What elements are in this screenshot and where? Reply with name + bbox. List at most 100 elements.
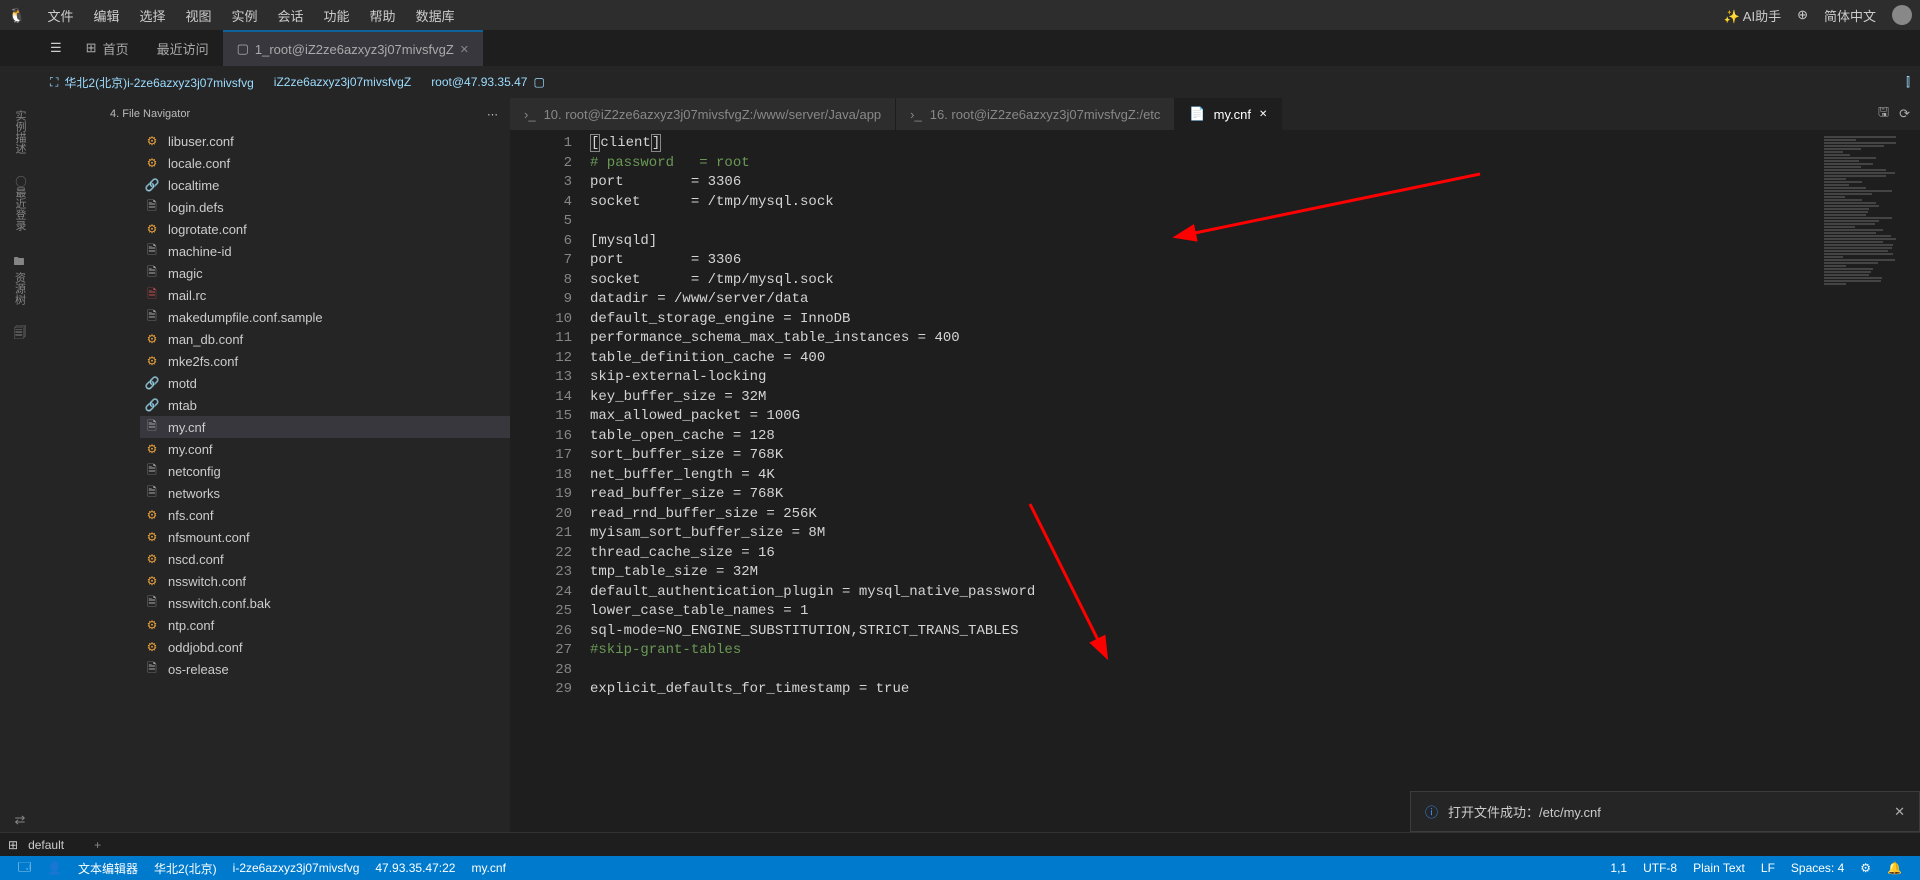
file-name: localtime: [168, 178, 219, 193]
panel-label[interactable]: default: [28, 838, 64, 852]
status-terminal-icon[interactable]: 🗔: [10, 858, 39, 879]
file-item[interactable]: ⚙nfsmount.conf: [140, 526, 510, 548]
status-eol[interactable]: LF: [1753, 861, 1783, 875]
nav-session-tab[interactable]: ▢ 1_root@iZ2ze6azxyz3j07mivsfvgZ ✕: [223, 30, 483, 66]
file-item[interactable]: 🔗localtime: [140, 174, 510, 196]
status-filetype[interactable]: Plain Text: [1685, 861, 1753, 875]
status-file[interactable]: my.cnf: [463, 861, 513, 875]
code-content[interactable]: [client]# password = rootport = 3306sock…: [590, 130, 1820, 832]
file-item[interactable]: 🗎nsswitch.conf.bak: [140, 592, 510, 614]
file-name: mtab: [168, 398, 197, 413]
terminal-icon: ▢: [237, 41, 249, 57]
file-name: ntp.conf: [168, 618, 214, 633]
file-item[interactable]: 🗎 netconfig: [140, 460, 510, 482]
editor-tabs: ›_ 10. root@iZ2ze6azxyz3j07mivsfvgZ:/www…: [510, 98, 1920, 130]
file-navigator: 4. File Navigator ⋯ ⚙libuser.conf⚙locale…: [40, 98, 510, 832]
menu-select[interactable]: 选择: [129, 6, 175, 25]
file-name: my.conf: [168, 442, 213, 457]
file-name: netconfig: [168, 464, 221, 479]
file-item[interactable]: ⚙logrotate.conf: [140, 218, 510, 240]
hamburger-icon[interactable]: ☰: [50, 40, 62, 56]
navigator-title: File Navigator: [122, 108, 190, 120]
nav-tabs: ☰ ⊞ 首页 最近访问 ▢ 1_root@iZ2ze6azxyz3j07mivs…: [0, 30, 1920, 66]
host-label[interactable]: ⛶ 华北2(北京)i-2ze6azxyz3j07mivsfvg: [50, 74, 254, 91]
connection-bar: ⛶ 华北2(北京)i-2ze6azxyz3j07mivsfvg iZ2ze6az…: [0, 66, 1920, 98]
file-item[interactable]: 🗎mail.rc: [140, 284, 510, 306]
file-item[interactable]: ⚙mke2fs.conf: [140, 350, 510, 372]
file-item[interactable]: ⚙locale.conf: [140, 152, 510, 174]
save-icon[interactable]: 🖫: [1878, 103, 1889, 125]
status-ip[interactable]: 47.93.35.47:22: [367, 861, 463, 875]
editor-tab-file[interactable]: 📄 my.cnf ✕: [1175, 98, 1282, 130]
file-item[interactable]: ⚙my.conf: [140, 438, 510, 460]
file-item[interactable]: 🗎networks: [140, 482, 510, 504]
file-item[interactable]: 🗎magic: [140, 262, 510, 284]
file-item[interactable]: 🗎my.cnf: [140, 416, 510, 438]
menu-help[interactable]: 帮助: [360, 6, 406, 25]
menu-session[interactable]: 会话: [268, 6, 314, 25]
status-region[interactable]: 华北2(北京): [146, 860, 225, 877]
files-icon[interactable]: 🗐: [8, 323, 32, 347]
nav-home[interactable]: ⊞ 首页: [72, 30, 143, 66]
hostname[interactable]: iZ2ze6azxyz3j07mivsfvgZ: [274, 75, 411, 89]
connection-string[interactable]: root@47.93.35.47 ▢: [431, 75, 545, 89]
menu-instance[interactable]: 实例: [222, 6, 268, 25]
file-type-icon: ⚙: [144, 618, 160, 632]
status-bell-icon[interactable]: 🔔: [1879, 861, 1910, 875]
file-item[interactable]: 🗎login.defs: [140, 196, 510, 218]
ai-assistant-button[interactable]: ✨ AI助手: [1724, 6, 1781, 25]
refresh-icon[interactable]: ⟳: [1899, 106, 1910, 122]
status-encoding[interactable]: UTF-8: [1635, 861, 1685, 875]
swap-icon[interactable]: ⇄: [8, 808, 32, 832]
file-item[interactable]: 🔗mtab: [140, 394, 510, 416]
terminal-icon: ›_: [910, 107, 922, 122]
menu-edit[interactable]: 编辑: [83, 6, 129, 25]
file-item[interactable]: 🗎machine-id: [140, 240, 510, 262]
status-person-icon[interactable]: 👤: [39, 861, 70, 875]
file-type-icon: ⚙: [144, 640, 160, 654]
add-panel-icon[interactable]: +: [94, 838, 101, 852]
more-icon[interactable]: ⋯: [487, 108, 498, 121]
editor-tab-terminal-2[interactable]: ›_ 16. root@iZ2ze6azxyz3j07mivsfvgZ:/etc: [896, 98, 1175, 130]
code-editor[interactable]: 1234567891011121314151617181920212223242…: [510, 130, 1920, 832]
file-item[interactable]: ⚙nsswitch.conf: [140, 570, 510, 592]
file-item[interactable]: ⚙nfs.conf: [140, 504, 510, 526]
file-item[interactable]: 🔗motd: [140, 372, 510, 394]
file-type-icon: 🗎: [144, 461, 160, 482]
terminal-panel-row: ⊞ default +: [0, 832, 1920, 856]
split-icon[interactable]: ⫿: [1906, 75, 1910, 90]
close-toast-icon[interactable]: ✕: [1894, 804, 1905, 820]
file-item[interactable]: ⚙libuser.conf: [140, 130, 510, 152]
file-type-icon: 🗎: [144, 241, 160, 262]
status-editor[interactable]: 文本编辑器: [70, 860, 146, 877]
editor-tab-terminal-1[interactable]: ›_ 10. root@iZ2ze6azxyz3j07mivsfvgZ:/www…: [510, 98, 896, 130]
minimap[interactable]: [1820, 130, 1920, 832]
file-item[interactable]: ⚙ ntp.conf: [140, 614, 510, 636]
status-spaces[interactable]: Spaces: 4: [1783, 861, 1852, 875]
menu-function[interactable]: 功能: [314, 6, 360, 25]
close-tab-icon[interactable]: ✕: [460, 43, 469, 56]
menu-database[interactable]: 数据库: [406, 6, 465, 25]
status-position[interactable]: 1,1: [1602, 861, 1635, 875]
terminal-icon: ›_: [524, 107, 536, 122]
panel-icon[interactable]: ⊞: [8, 838, 18, 852]
nav-recent[interactable]: 最近访问: [143, 30, 223, 66]
close-tab-icon[interactable]: ✕: [1259, 109, 1267, 120]
status-bar: 🗔 👤 文本编辑器 华北2(北京) i-2ze6azxyz3j07mivsfvg…: [0, 856, 1920, 880]
file-name: motd: [168, 376, 197, 391]
menu-file[interactable]: 文件: [37, 6, 83, 25]
menu-view[interactable]: 视图: [175, 6, 221, 25]
language-selector[interactable]: 简体中文: [1824, 6, 1876, 25]
file-item[interactable]: ⚙nscd.conf: [140, 548, 510, 570]
file-item[interactable]: ⚙man_db.conf: [140, 328, 510, 350]
file-name: logrotate.conf: [168, 222, 247, 237]
status-instance[interactable]: i-2ze6azxyz3j07mivsfvg: [225, 861, 368, 875]
file-item[interactable]: 🗎makedumpfile.conf.sample: [140, 306, 510, 328]
user-avatar[interactable]: [1892, 5, 1912, 25]
file-type-icon: ⚙: [144, 134, 160, 148]
file-item[interactable]: 🗎os-release: [140, 658, 510, 680]
file-name: locale.conf: [168, 156, 230, 171]
add-icon[interactable]: ⊕: [1797, 7, 1808, 23]
file-item[interactable]: ⚙oddjobd.conf: [140, 636, 510, 658]
status-settings-icon[interactable]: ⚙: [1852, 861, 1879, 875]
